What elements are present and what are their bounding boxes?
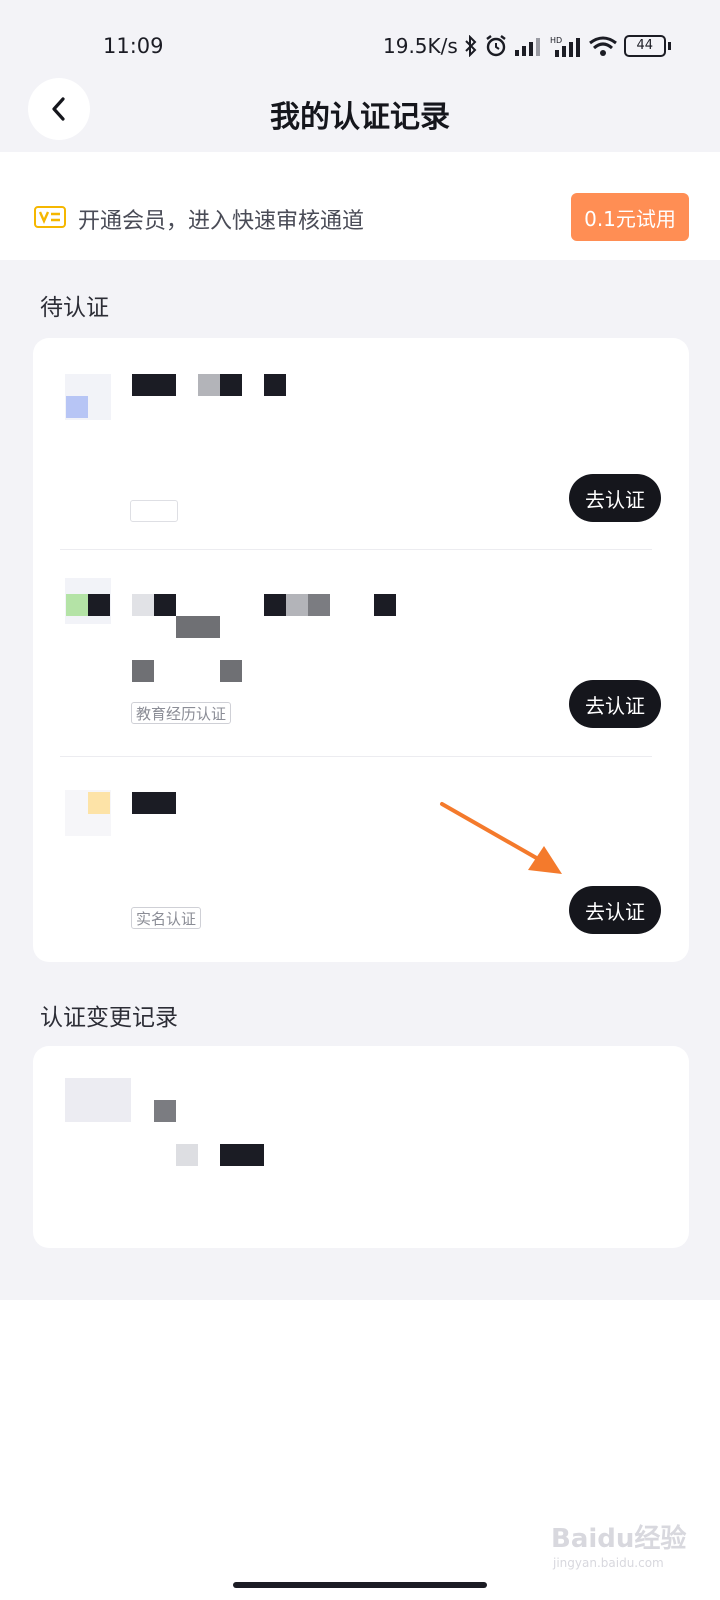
- item-tag-redacted: [130, 500, 178, 522]
- pending-section-title: 待认证: [40, 295, 109, 321]
- item-avatar-mosaic: [88, 594, 110, 616]
- annotation-arrow-icon: [440, 802, 562, 874]
- item-avatar-mosaic: [66, 594, 88, 616]
- change-records-section-title: 认证变更记录: [40, 1005, 178, 1031]
- item-name-redacted: [220, 374, 242, 396]
- item-avatar-mosaic: [66, 396, 88, 418]
- alarm-icon: [486, 35, 506, 57]
- status-indicators: 19.5K/s HD 44: [383, 34, 671, 58]
- pending-card: [33, 338, 689, 962]
- divider: [60, 549, 652, 550]
- divider: [60, 756, 652, 757]
- record-redacted: [176, 1144, 198, 1166]
- record-redacted: [220, 1144, 264, 1166]
- item-name-redacted: [176, 616, 220, 638]
- status-time: 11:09: [103, 34, 164, 58]
- record-avatar: [65, 1078, 131, 1122]
- vip-icon: [34, 206, 66, 228]
- vip-promo-text: 开通会员，进入快速审核通道: [78, 209, 365, 234]
- svg-text:HD: HD: [550, 36, 562, 45]
- change-records-card: [33, 1046, 689, 1248]
- item-detail-redacted: [220, 660, 242, 682]
- item-name-redacted: [154, 594, 176, 616]
- signal-icon: [514, 38, 540, 56]
- verify-button[interactable]: 去认证: [569, 680, 661, 728]
- item-name-redacted: [374, 594, 396, 616]
- watermark-url: jingyan.baidu.com: [553, 1556, 664, 1570]
- page-title: 我的认证记录: [270, 100, 450, 135]
- item-name-redacted: [264, 594, 286, 616]
- item-name-redacted: [308, 594, 330, 616]
- trial-button[interactable]: 0.1元试用: [571, 193, 689, 241]
- item-tag: 实名认证: [131, 907, 202, 929]
- home-indicator[interactable]: [233, 1582, 487, 1588]
- item-name-redacted: [132, 594, 154, 616]
- record-redacted: [154, 1100, 176, 1122]
- battery-icon: 44: [623, 35, 671, 57]
- verify-button[interactable]: 去认证: [569, 886, 661, 934]
- battery-level: 44: [623, 35, 666, 57]
- watermark-logo: Baidu经验: [551, 1524, 687, 1554]
- hd-signal-icon: HD: [550, 36, 580, 57]
- item-name-redacted: [286, 594, 308, 616]
- network-speed: 19.5K/s: [383, 34, 458, 58]
- item-avatar-mosaic: [88, 792, 110, 814]
- item-tag: 教育经历认证: [131, 702, 232, 724]
- item-name-redacted: [264, 374, 286, 396]
- wifi-icon: [588, 36, 617, 56]
- verify-button[interactable]: 去认证: [569, 474, 661, 522]
- item-name-redacted: [132, 792, 176, 814]
- bluetooth-icon: [465, 35, 477, 57]
- item-name-redacted: [132, 374, 176, 396]
- item-name-redacted: [198, 374, 220, 396]
- item-detail-redacted: [132, 660, 154, 682]
